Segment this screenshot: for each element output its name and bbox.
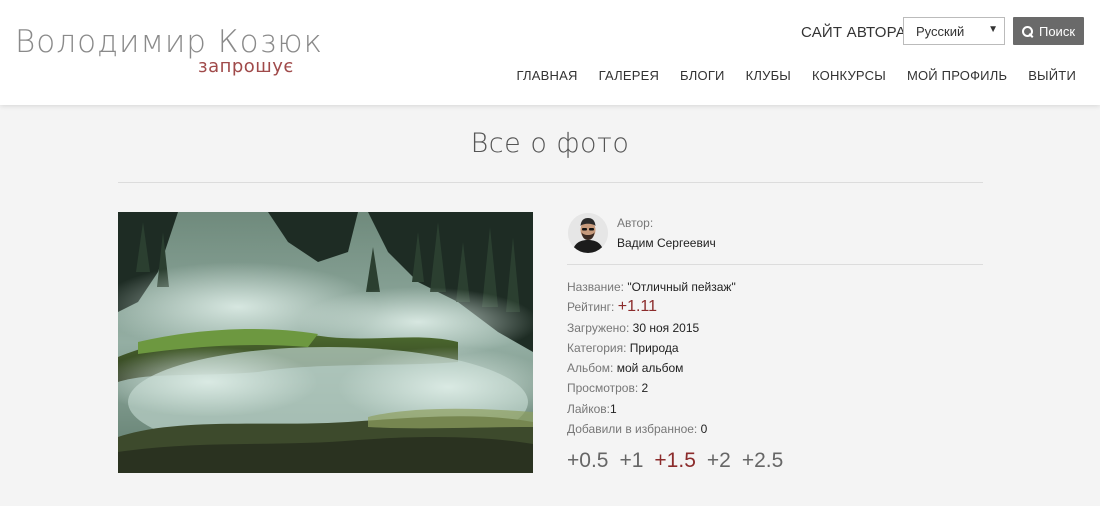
- rating-value: +1.11: [617, 298, 658, 316]
- logo-tagline: запрошує: [198, 56, 294, 77]
- likes-label: Лайков:: [567, 401, 611, 416]
- info-row-category: Категория: Природа: [567, 338, 736, 358]
- vote-button-2-5[interactable]: +2.5: [742, 449, 783, 473]
- nav-item-home[interactable]: ГЛАВНАЯ: [517, 68, 578, 83]
- language-select[interactable]: Русский ▼: [903, 17, 1005, 45]
- nav-item-gallery[interactable]: ГАЛЕРЕЯ: [599, 68, 659, 83]
- main-nav: ГЛАВНАЯ ГАЛЕРЕЯ БЛОГИ КЛУБЫ КОНКУРСЫ МОЙ…: [517, 68, 1076, 83]
- info-row-album: Альбом: мой альбом: [567, 358, 736, 378]
- nav-item-blogs[interactable]: БЛОГИ: [680, 68, 725, 83]
- header: Володимир Козюк запрошує САЙТ АВТОРА Рус…: [0, 0, 1100, 105]
- nav-item-clubs[interactable]: КЛУБЫ: [746, 68, 791, 83]
- info-row-likes: Лайков:1: [567, 399, 736, 419]
- vote-button-1-5[interactable]: +1.5: [654, 449, 695, 473]
- language-selected: Русский: [916, 24, 965, 39]
- info-row-rating: Рейтинг: +1.11: [567, 297, 736, 317]
- dropdown-arrow-icon: ▼: [988, 24, 998, 35]
- nav-item-profile[interactable]: МОЙ ПРОФИЛЬ: [907, 68, 1007, 83]
- category-value[interactable]: Природа: [630, 341, 679, 355]
- title-label: Название:: [567, 280, 624, 294]
- views-label: Просмотров:: [567, 381, 639, 396]
- vote-button-1[interactable]: +1: [619, 449, 643, 473]
- avatar-graphic: [568, 213, 608, 253]
- vote-buttons: +0.5 +1 +1.5 +2 +2.5: [567, 449, 783, 473]
- vote-button-2[interactable]: +2: [707, 449, 731, 473]
- logo-name: Володимир Козюк: [15, 24, 324, 60]
- page-title: Все о фото: [470, 128, 630, 159]
- title-value: "Отличный пейзаж": [627, 280, 736, 294]
- info-row-views: Просмотров: 2: [567, 378, 736, 398]
- photo-info: Название: "Отличный пейзаж" Рейтинг: +1.…: [567, 277, 736, 439]
- title-divider: [118, 182, 983, 183]
- views-value: 2: [641, 381, 649, 396]
- search-button[interactable]: Поиск: [1013, 17, 1084, 45]
- author-site-link[interactable]: САЙТ АВТОРА: [801, 24, 906, 41]
- author-name-link[interactable]: Вадим Сергеевич: [617, 236, 716, 250]
- search-icon: [1021, 25, 1033, 37]
- rating-label: Рейтинг:: [567, 300, 615, 315]
- info-row-favorites: Добавили в избранное: 0: [567, 419, 736, 439]
- author-avatar[interactable]: [568, 213, 608, 253]
- info-row-title: Название: "Отличный пейзаж": [567, 277, 736, 297]
- nav-item-logout[interactable]: ВЫЙТИ: [1028, 68, 1076, 83]
- site-logo[interactable]: Володимир Козюк запрошує: [15, 24, 324, 77]
- favorites-value: 0: [700, 422, 708, 437]
- category-label: Категория:: [567, 340, 627, 355]
- album-value[interactable]: мой альбом: [617, 361, 684, 375]
- info-row-uploaded: Загружено: 30 ноя 2015: [567, 318, 736, 338]
- landscape-photo-graphic: [118, 212, 533, 473]
- favorites-label: Добавили в избранное:: [567, 422, 698, 437]
- author-label: Автор:: [617, 216, 654, 230]
- nav-item-contests[interactable]: КОНКУРСЫ: [812, 68, 886, 83]
- photo-image[interactable]: [118, 212, 533, 473]
- author-block: Автор: Вадим Сергеевич: [567, 212, 983, 265]
- search-button-label: Поиск: [1038, 23, 1076, 39]
- vote-button-0-5[interactable]: +0.5: [567, 449, 608, 473]
- uploaded-value: 30 ноя 2015: [632, 320, 700, 335]
- likes-value: 1: [610, 401, 617, 416]
- album-label: Альбом:: [567, 361, 614, 376]
- uploaded-label: Загружено:: [567, 320, 630, 335]
